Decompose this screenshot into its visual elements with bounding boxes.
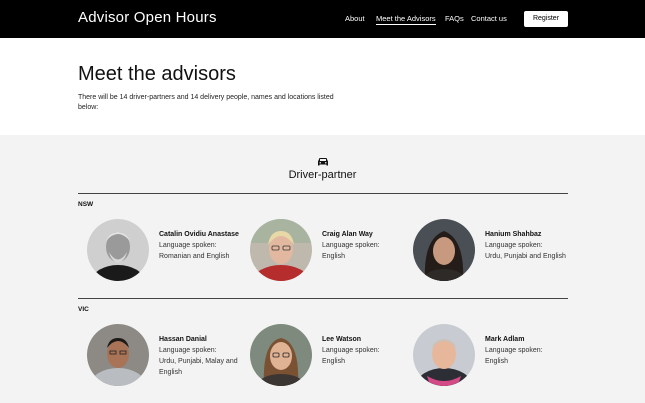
nav-contact-us[interactable]: Contact us	[471, 14, 507, 23]
advisor-photo	[87, 324, 149, 386]
driver-partner-section: Driver-partner NSW Catalin Ovidiu Anasta…	[0, 135, 645, 403]
advisor-photo	[87, 219, 149, 281]
language-label: Language spoken:	[322, 347, 380, 354]
section-divider	[78, 298, 568, 299]
advisor-photo	[250, 219, 312, 281]
advisor-name: Catalin Ovidiu Anastase	[159, 231, 239, 238]
advisor-name: Mark Adlam	[485, 336, 525, 343]
advisor-name: Craig Alan Way	[322, 231, 373, 238]
advisor-photo	[250, 324, 312, 386]
language-list: Romanian and English	[159, 253, 230, 260]
advisor-name: Hanium Shahbaz	[485, 231, 542, 238]
language-list: English	[322, 253, 345, 260]
page-description: There will be 14 driver-partners and 14 …	[78, 94, 334, 111]
language-list: English	[485, 358, 508, 365]
section-title: Driver-partner	[288, 169, 357, 181]
language-list: Urdu, Punjabi and English	[485, 253, 566, 260]
language-label: Language spoken:	[159, 347, 217, 354]
section-divider	[78, 193, 568, 194]
advisor-card: Mark Adlam Language spoken: English	[413, 324, 573, 388]
advisor-card: Hanium Shahbaz Language spoken: Urdu, Pu…	[413, 219, 573, 283]
brand-logo[interactable]: Advisor Open Hours	[78, 9, 217, 26]
advisor-card: Craig Alan Way Language spoken: English	[250, 219, 410, 283]
advisor-card: Lee Watson Language spoken: English	[250, 324, 410, 388]
nav-meet-the-advisors[interactable]: Meet the Advisors	[376, 14, 436, 25]
language-label: Language spoken:	[485, 347, 543, 354]
advisor-name: Lee Watson	[322, 336, 362, 343]
top-nav-bar: Advisor Open Hours About Meet the Adviso…	[0, 0, 645, 38]
language-list: Urdu, Punjabi, Malay and English	[159, 358, 238, 376]
advisor-photo	[413, 324, 475, 386]
advisor-card: Hassan Danial Language spoken: Urdu, Pun…	[87, 324, 247, 388]
advisor-card: Catalin Ovidiu Anastase Language spoken:…	[87, 219, 247, 283]
region-label-nsw: NSW	[78, 201, 94, 208]
car-icon	[318, 158, 328, 166]
hero-section: Meet the advisors There will be 14 drive…	[0, 38, 645, 135]
language-label: Language spoken:	[322, 242, 380, 249]
register-button[interactable]: Register	[524, 11, 568, 27]
page-title: Meet the advisors	[78, 63, 236, 85]
advisor-name: Hassan Danial	[159, 336, 207, 343]
nav-faqs[interactable]: FAQs	[445, 14, 464, 23]
language-label: Language spoken:	[485, 242, 543, 249]
advisor-photo	[413, 219, 475, 281]
region-label-vic: VIC	[78, 306, 89, 313]
language-list: English	[322, 358, 345, 365]
nav-about[interactable]: About	[345, 14, 365, 23]
language-label: Language spoken:	[159, 242, 217, 249]
